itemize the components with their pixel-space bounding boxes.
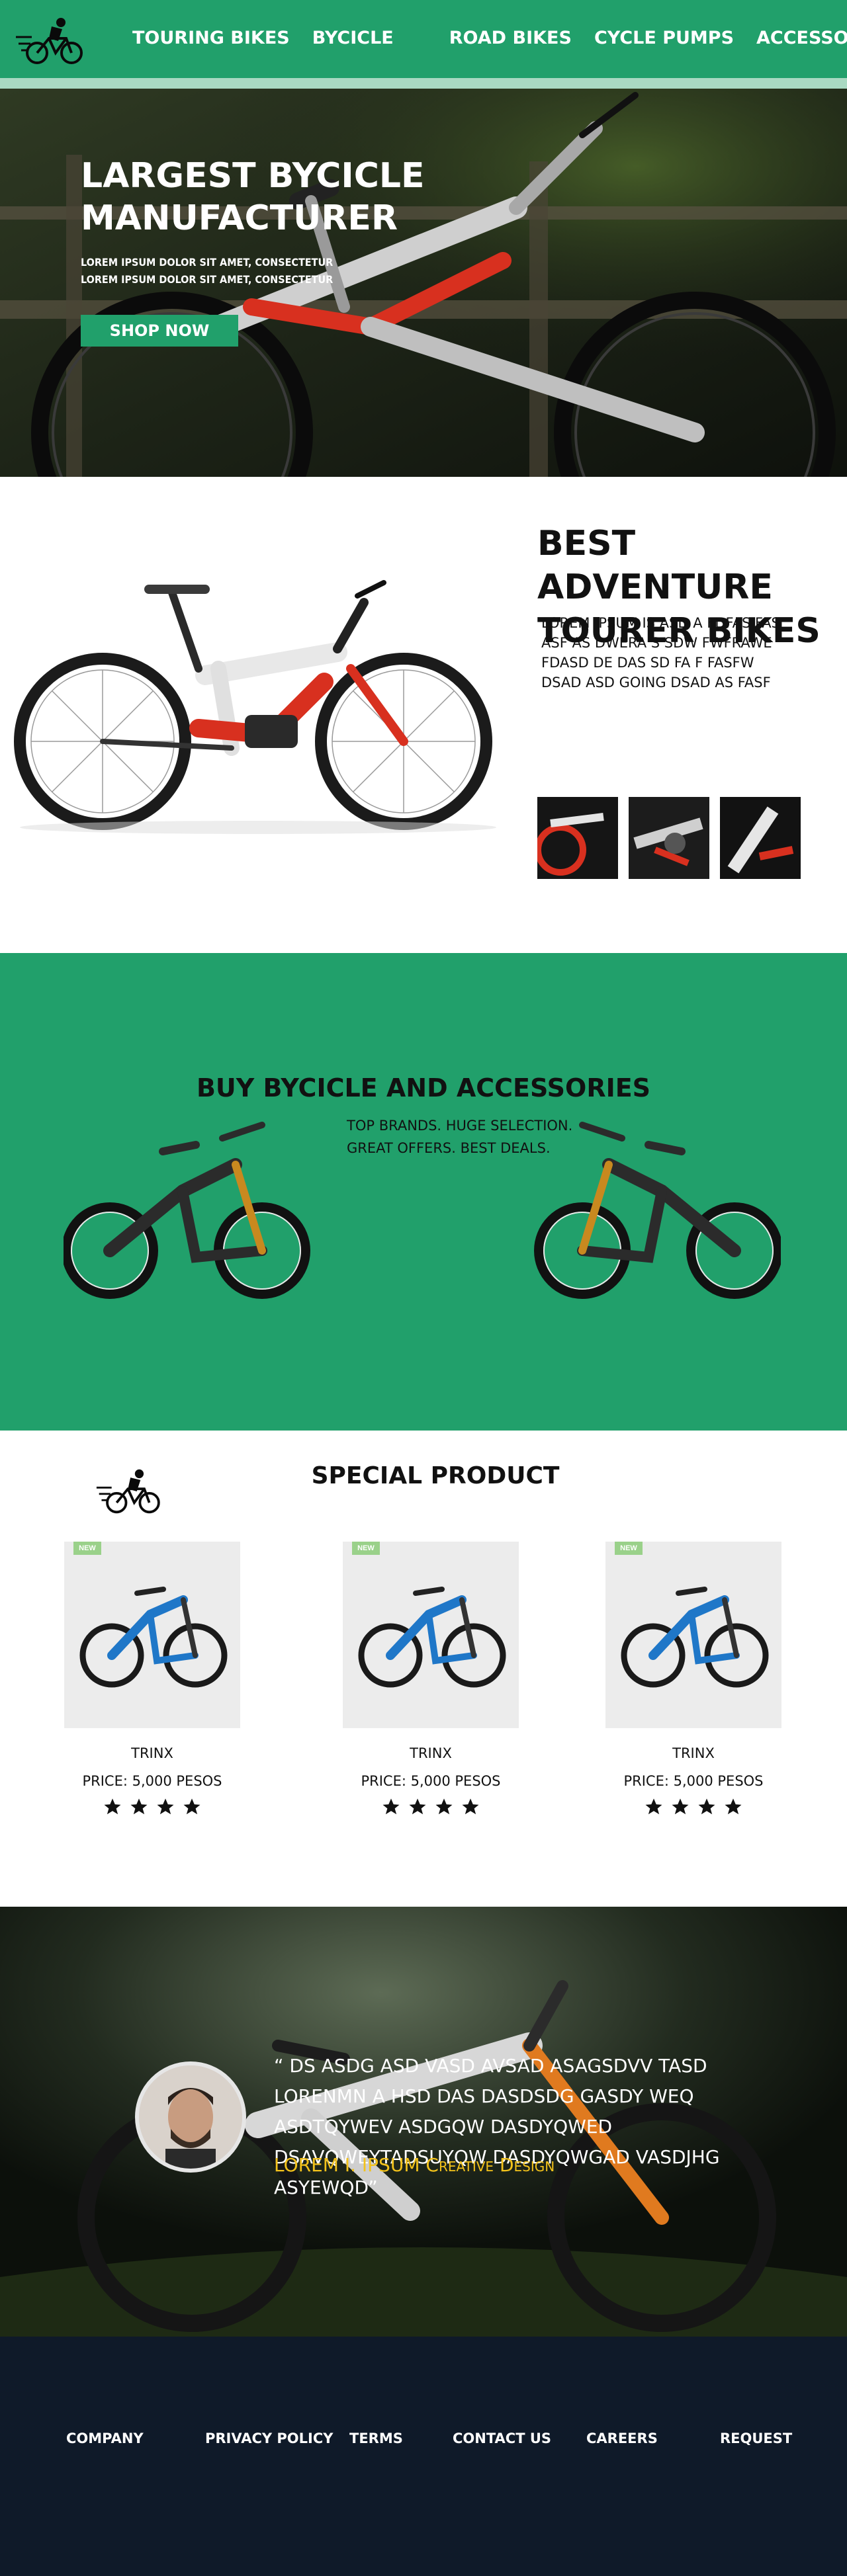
top-navbar: TOURING BIKES BYCICLE ROAD BIKES CYCLE P… [0,0,847,78]
star-icon [183,1798,201,1815]
hero-title: LARGEST BYCICLE MANUFACTURER [81,156,425,238]
thumbnail-2[interactable] [629,797,709,879]
product-image[interactable]: NEW [64,1542,240,1728]
product-bike-image [358,1587,506,1688]
testimonial-section: “ DS ASDG ASD VASD AVSAD ASAGSDVV TASD L… [0,1907,847,2337]
new-badge: NEW [615,1542,643,1555]
footer-link-request[interactable]: REQUEST [720,2431,792,2446]
rating-stars [343,1797,519,1817]
author-name: LOREM I. IPSUM [274,2154,420,2176]
product-image[interactable]: NEW [605,1542,781,1728]
buy-section: BUY BYCICLE AND ACCESSORIES TOP BRANDS. … [0,953,847,1431]
footer: COMPANY PRIVACY POLICY TERMS CONTACT US … [0,2337,847,2576]
nav-links: TOURING BIKES BYCICLE ROAD BIKES CYCLE P… [132,28,847,48]
product-bike-image [79,1587,228,1688]
star-icon [157,1798,174,1815]
hero-section: LARGEST BYCICLE MANUFACTURER LOREM IPSUM… [0,89,847,477]
nav-link-touring-bikes[interactable]: TOURING BIKES [132,28,290,48]
nav-link-cycle-pumps[interactable]: CYCLE PUMPS [594,28,734,48]
rating-stars [605,1797,781,1817]
footer-link-careers[interactable]: CAREERS [586,2431,658,2446]
footer-link-contact-us[interactable]: CONTACT US [453,2431,551,2446]
product-card[interactable]: NEW TRINX PRICE: 5,000 PESOS [605,1542,781,1817]
product-name: TRINX [672,1745,715,1761]
star-icon [645,1798,662,1815]
tourer-thumbnails [537,797,801,879]
thumbnail-3[interactable] [720,797,801,879]
star-icon [104,1798,121,1815]
avatar [135,2061,246,2173]
product-card[interactable]: NEW TRINX PRICE: 5,000 PESOS [64,1542,240,1817]
cyclist-logo-icon[interactable] [15,15,93,67]
product-name: TRINX [131,1745,173,1761]
footer-link-privacy-policy[interactable]: PRIVACY POLICY [205,2431,333,2446]
new-badge: NEW [73,1542,101,1555]
product-name: TRINX [410,1745,452,1761]
nav-divider-band [0,78,847,89]
nav-link-accessories[interactable]: ACCESSORIES [756,28,847,48]
footer-link-company[interactable]: COMPANY [66,2431,144,2446]
star-icon [409,1798,426,1815]
tourer-section: BEST ADVENTURE TOURER BIKES LOREM IPSUM … [0,477,847,953]
star-icon [698,1798,715,1815]
buy-bike-left [64,1122,310,1299]
special-title: SPECIAL PRODUCT [311,1462,560,1489]
shop-now-button[interactable]: SHOP NOW [81,315,238,347]
page: TOURING BIKES BYCICLE ROAD BIKES CYCLE P… [0,0,847,2576]
product-bike-image [621,1587,769,1688]
buy-title: BUY BYCICLE AND ACCESSORIES [196,1073,651,1102]
star-icon [672,1798,689,1815]
star-icon [725,1798,742,1815]
product-card[interactable]: NEW TRINX PRICE: 5,000 PESOS [343,1542,519,1817]
nav-link-road-bikes[interactable]: ROAD BIKES [449,28,572,48]
product-price: PRICE: 5,000 PESOS [361,1773,501,1789]
rating-stars [64,1797,240,1817]
footer-link-terms[interactable]: TERMS [349,2431,403,2446]
tourer-bike-image [14,580,496,834]
special-section: SPECIAL PRODUCT NEW TRINX PRICE: 5,000 P… [0,1431,847,1907]
thumbnail-1[interactable] [537,797,618,879]
author-role: Creative Design [425,2154,555,2176]
star-icon [130,1798,148,1815]
product-price: PRICE: 5,000 PESOS [623,1773,764,1789]
new-badge: NEW [352,1542,380,1555]
nav-link-bycicle[interactable]: BYCICLE [312,28,394,48]
buy-bike-right [534,1122,781,1299]
star-icon [382,1798,400,1815]
star-icon [462,1798,479,1815]
product-image[interactable]: NEW [343,1542,519,1728]
testimonial-quote: “ DS ASDG ASD VASD AVSAD ASAGSDVV TASD L… [274,2055,720,2198]
hero-subtitle: LOREM IPSUM DOLOR SIT AMET, CONSECTETUR … [81,256,334,286]
testimonial-author: LOREM I. IPSUM Creative Design [274,2154,555,2176]
product-price: PRICE: 5,000 PESOS [82,1773,222,1789]
tourer-description: LOREM IPSUM IS ASD A FDFAS FAS ASF AS DW… [541,615,780,690]
star-icon [435,1798,453,1815]
